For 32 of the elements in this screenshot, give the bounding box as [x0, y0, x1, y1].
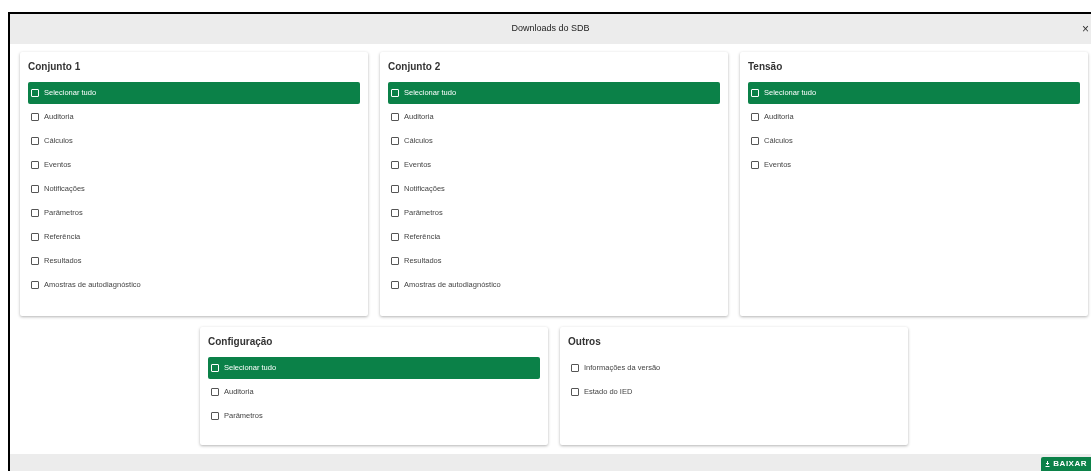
checkbox[interactable]: [211, 412, 219, 420]
checkbox[interactable]: [391, 233, 399, 241]
checkbox[interactable]: [391, 185, 399, 193]
checkbox[interactable]: [31, 137, 39, 145]
checkbox[interactable]: [391, 209, 399, 217]
checkbox[interactable]: [211, 388, 219, 396]
checkbox[interactable]: [31, 209, 39, 217]
checkbox[interactable]: [751, 161, 759, 169]
checkbox[interactable]: [571, 364, 579, 372]
download-icon: [1045, 461, 1051, 467]
checkbox[interactable]: [571, 388, 579, 396]
checkbox[interactable]: [391, 257, 399, 265]
checkbox[interactable]: [31, 113, 39, 121]
panel-title: Conjunto 2: [388, 61, 442, 73]
checkbox[interactable]: [31, 185, 39, 193]
checkbox[interactable]: [31, 257, 39, 265]
checkbox[interactable]: [751, 113, 759, 121]
checkbox[interactable]: [391, 137, 399, 145]
download-button[interactable]: BAIXAR: [1041, 457, 1091, 471]
checkbox[interactable]: [391, 161, 399, 169]
panel-title: Configuração: [208, 336, 274, 348]
panel-title: Outros: [568, 336, 602, 348]
checkbox[interactable]: [391, 113, 399, 121]
checkbox[interactable]: [751, 137, 759, 145]
checkbox[interactable]: [31, 233, 39, 241]
panel-title: Tensão: [748, 61, 784, 73]
panel-title: Conjunto 1: [28, 61, 82, 73]
dialog-title: Downloads do SDB: [511, 22, 590, 36]
checkbox[interactable]: [31, 281, 39, 289]
checkbox[interactable]: [391, 281, 399, 289]
checkbox[interactable]: [31, 161, 39, 169]
close-button[interactable]: ×: [1082, 23, 1089, 35]
